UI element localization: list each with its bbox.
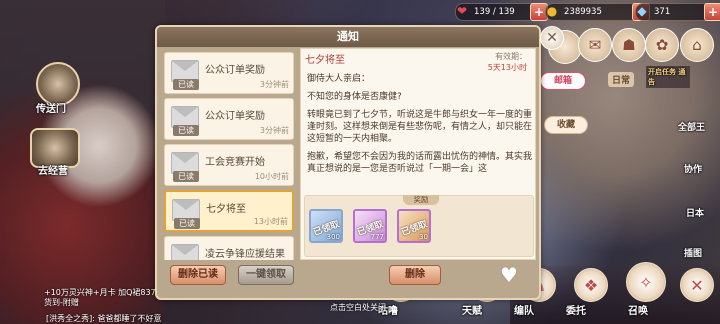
mail-body: 御侍大人亲启： 不知您的身体是否康健? 转眼竟已到了七夕节，听说这是牛郎与织女一… (307, 73, 533, 181)
task-notice-label[interactable]: 开启任务 通告 (646, 66, 690, 88)
mail-item-time: 13小时前 (253, 217, 288, 226)
delete-mail-button[interactable]: 删除 (389, 265, 441, 285)
summon-icon[interactable]: ✧ (626, 262, 666, 302)
mail-paragraph: 抱歉，希望您不会因为我的话而露出忧伤的神情。其实我真正想说的是一您是否听说过「一… (307, 152, 533, 174)
envelope-icon (171, 244, 199, 260)
talent-label: 天赋 (462, 306, 482, 317)
mailbox-tab[interactable]: 邮箱 (540, 72, 586, 90)
letter-icon[interactable]: ✉ (578, 28, 612, 62)
favorite-heart-icon[interactable]: ♥ (498, 264, 520, 286)
mail-item-title: 工会竞赛开始 (205, 157, 265, 168)
mail-item-title: 七夕将至 (206, 204, 246, 215)
daily-label[interactable]: 日常 (608, 72, 635, 87)
portal-label: 传送门 (36, 104, 66, 115)
heart-icon: ❤ (456, 4, 468, 18)
read-badge: 已读 (174, 218, 200, 229)
manage-label: 去经营 (38, 166, 68, 177)
mail-list-item[interactable]: 凌云争锋应援结果 (164, 236, 294, 260)
add-diamond-button[interactable]: + (704, 3, 720, 21)
close-hint: 点击空白处关闭 (330, 303, 386, 312)
read-badge: 已读 (173, 171, 199, 182)
scroll-icon[interactable]: 已领取 300 (309, 209, 343, 243)
mail-item-title: 公众订单奖励 (205, 65, 265, 76)
mail-item-time: 3分钟前 (259, 80, 289, 89)
validity-label: 有效期： (495, 52, 527, 61)
japan-label[interactable]: 日本 (686, 206, 704, 219)
store-icon[interactable]: ⌂ (680, 28, 714, 62)
commission-icon[interactable]: ❖ (574, 268, 608, 302)
chat-feed[interactable]: +10万灵兴神+月卡 加Q裙837 货到-附赠 (44, 288, 164, 308)
diamond-counter: ◆ 371 + (635, 3, 720, 21)
mail-paragraph: 不知您的身体是否康健? (307, 92, 402, 102)
ribbon-icon[interactable]: ✿ (645, 28, 679, 62)
mail-paragraph: 御侍大人亲启： (307, 74, 371, 84)
chat-line: [洪秀全之秀]: 爸爸都睡了不好意 (46, 314, 162, 323)
mail-list[interactable]: 已读 公众订单奖励 3分钟前 已读 公众订单奖励 3分钟前 已读 工会竞赛开始 … (164, 48, 298, 260)
illustration-label[interactable]: 插图 (684, 246, 702, 259)
all-king-label[interactable]: 全部王 (678, 120, 705, 133)
claim-all-button[interactable]: 一键领取 (238, 265, 294, 285)
reward-panel: 奖励 已领取 300 已领取 777 已领取 30 (304, 195, 534, 257)
diamond-icon: ◆ (637, 4, 647, 18)
reward-label: 奖励 (403, 195, 439, 205)
favorites-tab[interactable]: 收藏 (544, 116, 588, 134)
character-art-left (0, 0, 165, 324)
mail-item-title: 公众订单奖励 (205, 111, 265, 122)
gift-box-icon[interactable]: 已领取 30 (397, 209, 431, 243)
stamina-value: 139 / 139 (474, 7, 515, 17)
mail-window-title: 通知 (157, 27, 539, 47)
mail-paragraph: 转眼竟已到了七夕节，听说这是牛郎与织女一年一度的重逢时刻。这样想来倒是有些悲伤呢… (307, 110, 533, 144)
team-label: 编队 (514, 306, 534, 317)
mail-list-item[interactable]: 已读 工会竞赛开始 10小时前 (164, 144, 294, 186)
delete-read-button[interactable]: 删除已读 (170, 265, 226, 285)
mail-item-time: 10小时前 (254, 172, 289, 181)
mail-list-item[interactable]: 已读 公众订单奖励 3分钟前 (164, 52, 294, 94)
shop-icon[interactable]: ☗ (612, 28, 646, 62)
gold-value: 2389935 (564, 7, 602, 17)
settings-icon[interactable]: ✕ (680, 268, 714, 302)
read-badge: 已读 (173, 79, 199, 90)
gold-coin-icon: ● (546, 4, 558, 18)
chat-line: 货到-附赠 (44, 298, 79, 307)
cooperate-label[interactable]: 协作 (684, 162, 702, 175)
read-badge: 已读 (173, 125, 199, 136)
close-icon[interactable]: ✕ (540, 26, 564, 50)
mail-item-time: 3分钟前 (259, 126, 289, 135)
chat-line: +10万灵兴神+月卡 加Q裙837 (44, 288, 156, 297)
mail-detail-title: 七夕将至 (305, 55, 345, 66)
mail-item-title: 凌云争锋应援结果 (205, 249, 285, 260)
candy-icon[interactable]: 已领取 777 (353, 209, 387, 243)
summon-label: 召唤 (628, 306, 648, 317)
diamond-value: 371 (654, 7, 671, 17)
stamina-counter: ❤ 139 / 139 + (455, 3, 548, 21)
commission-label: 委托 (566, 306, 586, 317)
mail-list-item[interactable]: 已读 公众订单奖励 3分钟前 (164, 98, 294, 140)
mail-list-item-selected[interactable]: 已读 七夕将至 13小时前 (164, 190, 294, 232)
validity-value: 5天13小时 (487, 63, 527, 72)
